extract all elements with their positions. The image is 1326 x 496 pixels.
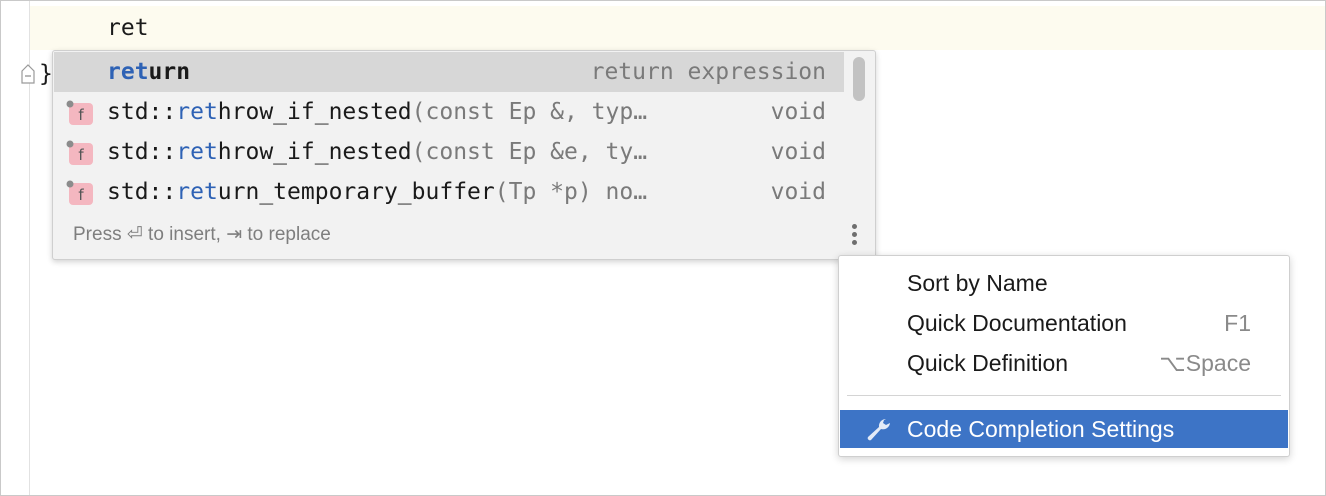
code-typed-text[interactable]: ret <box>107 15 149 41</box>
completion-options-menu[interactable]: Sort by Name Quick Documentation F1 Quic… <box>838 255 1290 457</box>
completion-item-type: void <box>770 99 826 125</box>
closing-brace: } <box>39 61 53 87</box>
completion-item-name: std::return_temporary_buffer(Tp *p) no… <box>107 179 648 205</box>
function-icon: f <box>66 100 93 125</box>
completion-item-name: std::rethrow_if_nested(const Ep &e, ty… <box>107 139 648 165</box>
svg-text:f: f <box>78 106 84 124</box>
completion-item-type: return expression <box>590 59 826 85</box>
completion-item-type: void <box>770 179 826 205</box>
completion-item-return[interactable]: return return expression <box>54 52 844 92</box>
more-options-icon[interactable] <box>846 221 862 251</box>
svg-text:f: f <box>78 186 84 204</box>
shortcut-label: ⌥Space <box>1159 350 1251 376</box>
completion-item[interactable]: f std::rethrow_if_nested(const Ep &e, ty… <box>54 132 844 172</box>
menu-item-code-completion-settings[interactable]: Code Completion Settings <box>840 410 1288 448</box>
shortcut-label: F1 <box>1224 310 1251 336</box>
function-icon: f <box>66 180 93 205</box>
svg-text:f: f <box>78 146 84 164</box>
menu-item-quick-documentation[interactable]: Quick Documentation F1 <box>839 304 1289 340</box>
completion-popup[interactable]: return return expression f std::rethrow_… <box>52 50 876 260</box>
function-icon: f <box>66 140 93 165</box>
completion-hint: Press ⏎ to insert, ⇥ to replace <box>73 224 331 245</box>
wrench-icon <box>867 418 890 441</box>
completion-item[interactable]: f std::rethrow_if_nested(const Ep &, typ… <box>54 92 844 132</box>
completion-item-type: void <box>770 139 826 165</box>
completion-item-name: return <box>107 59 191 85</box>
completion-item[interactable]: f std::return_temporary_buffer(Tp *p) no… <box>54 172 844 212</box>
fold-icon[interactable] <box>21 63 35 85</box>
menu-item-sort-by-name[interactable]: Sort by Name <box>839 264 1289 300</box>
completion-scrollbar[interactable] <box>853 57 865 101</box>
completion-item-name: std::rethrow_if_nested(const Ep &, typ… <box>107 99 648 125</box>
current-line-highlight <box>30 6 1325 50</box>
menu-item-quick-definition[interactable]: Quick Definition ⌥Space <box>839 344 1289 380</box>
menu-separator <box>847 395 1281 396</box>
